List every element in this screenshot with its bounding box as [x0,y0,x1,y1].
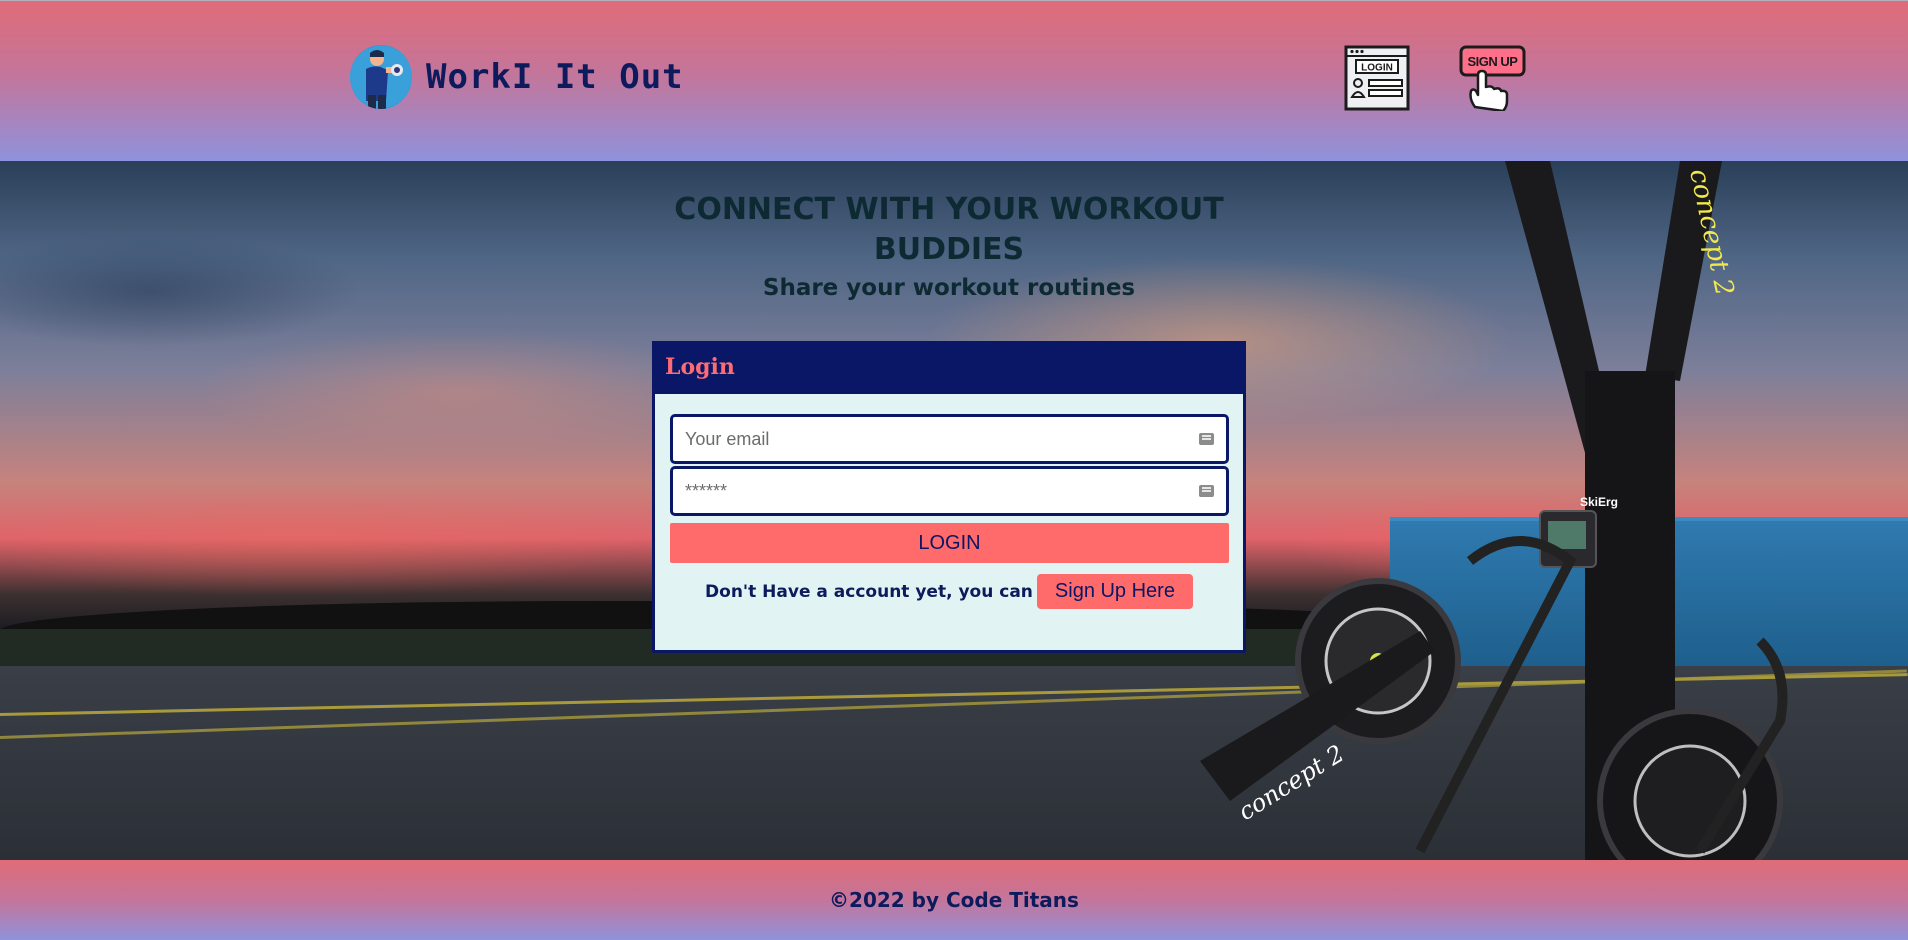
login-button[interactable]: LOGIN [670,523,1229,563]
autofill-key-icon[interactable] [1199,485,1214,497]
signup-icon-text: SIGN UP [1468,54,1519,69]
password-input[interactable] [685,480,1199,502]
signup-nav-button[interactable]: SIGN UP [1459,45,1527,113]
signup-pointer-icon: SIGN UP [1459,45,1526,113]
brand[interactable]: WorkI It Out [350,45,684,109]
email-input[interactable] [685,428,1199,450]
footer-copyright: ©2022 by Code Titans [829,888,1079,912]
email-field[interactable] [670,414,1229,464]
login-nav-button[interactable]: LOGIN [1344,45,1410,111]
login-window-icon: LOGIN [1344,45,1410,111]
signup-prompt: Don't Have a account yet, you can [705,581,1033,602]
login-icon-text: LOGIN [1361,63,1393,74]
machine-model-text: SkiErg [1580,495,1618,509]
site-header: WorkI It Out LOGIN SIGN UP [0,0,1908,161]
hero-subline: Share your workout routines [762,275,1136,301]
password-field[interactable] [670,466,1229,516]
login-panel-title: Login [665,354,735,380]
login-panel-header: Login [655,344,1243,394]
signup-here-button[interactable]: Sign Up Here [1036,574,1193,609]
site-footer: ©2022 by Code Titans [0,860,1908,940]
autofill-key-icon[interactable] [1199,433,1214,445]
login-panel: Login LOGIN Don't Have a account yet, yo… [652,341,1246,653]
brand-name: WorkI It Out [426,57,684,97]
hero-headline: CONNECT WITH YOUR WORKOUT BUDDIES [674,192,1224,267]
signup-row: Don't Have a account yet, you can Sign U… [655,574,1243,609]
athlete-logo-icon [350,45,412,109]
